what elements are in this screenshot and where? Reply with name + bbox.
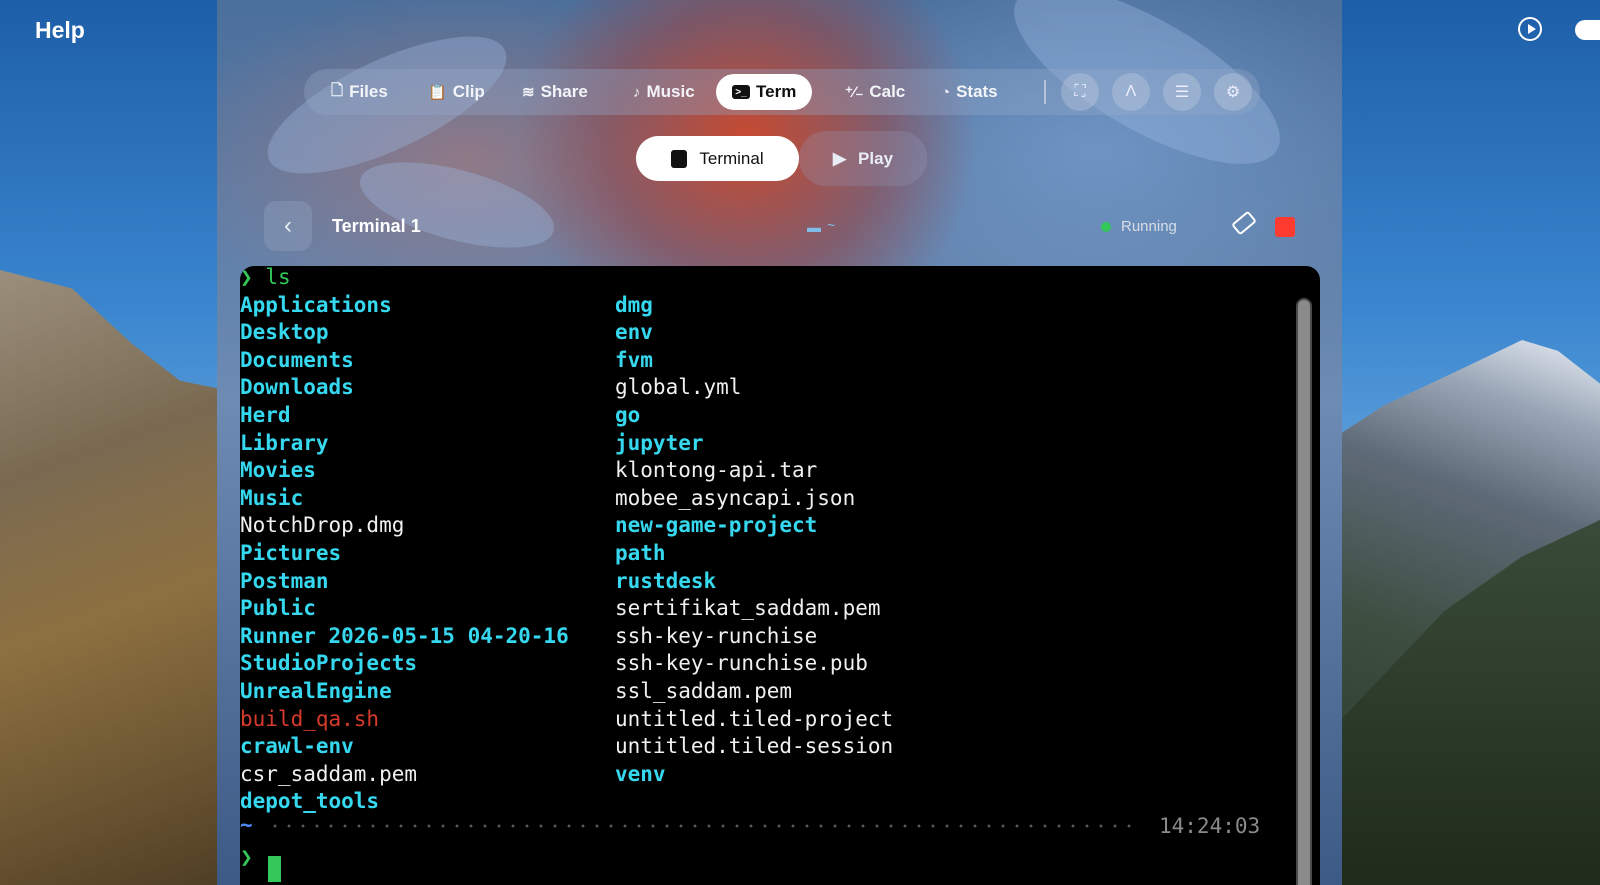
text-cursor — [268, 856, 281, 882]
listing-entry: Applications — [240, 292, 392, 317]
listing-entry: untitled.tiled-project — [615, 706, 894, 731]
terminal-icon: >_ — [732, 85, 750, 99]
listing-entry: Desktop — [240, 320, 329, 345]
listing-entry: Postman — [240, 568, 329, 593]
listing-entry: path — [615, 541, 666, 565]
screenshot-icon: ⛶ — [1074, 83, 1086, 100]
gauge-icon: ◔ — [941, 83, 951, 101]
terminal-app-icon — [671, 149, 688, 168]
pen-icon: Ʌ — [1125, 83, 1137, 100]
listing-entry: jupyter — [615, 430, 704, 455]
listing-entry: Movies — [240, 458, 316, 483]
listing-entry: Library — [240, 430, 329, 455]
listing-entry: Pictures — [240, 541, 342, 565]
listing-entry: sertifikat_saddam.pem — [615, 596, 881, 621]
listing-entry: ssl_saddam.pem — [615, 679, 793, 703]
session-path: ~ — [827, 217, 836, 233]
listing-entry: Downloads — [240, 375, 354, 400]
listing-entry: fvm — [615, 347, 653, 372]
calculator-icon: ⁺∕₋ — [845, 84, 864, 101]
listing-entry: Music — [240, 485, 304, 510]
tab-term[interactable]: >_ Term — [716, 74, 813, 110]
command-line: ❯ ls — [240, 266, 291, 289]
stack-icon: ☰ — [1174, 84, 1190, 101]
status-dot-icon — [1101, 221, 1111, 232]
listing-entry: UnrealEngine — [240, 679, 392, 703]
screenshot-button[interactable]: ⛶ — [1061, 73, 1099, 111]
listing-entry: rustdesk — [615, 568, 717, 593]
notch-app-panel: 🗋 Files 📋 Clip ≋ Share ♪ Music >_ Term ⁺∕₋ Cal… — [217, 0, 1342, 885]
tab-stats[interactable]: ◔ Stats — [941, 69, 998, 115]
listing-entry: build_qa.sh — [240, 706, 380, 731]
session-status: Running — [1101, 218, 1177, 235]
tab-divider — [1044, 80, 1046, 104]
desktop-wallpaper-mountain-left — [0, 270, 240, 885]
prompt-separator-dots — [268, 824, 1138, 828]
tab-clip[interactable]: 📋 Clip — [428, 69, 485, 115]
cloud-icon[interactable] — [1575, 20, 1600, 40]
gear-icon: ⚙ — [1225, 84, 1241, 101]
clear-eraser-icon[interactable] — [1231, 210, 1257, 236]
listing-entry: mobee_asyncapi.json — [615, 485, 856, 510]
listing-entry: Documents — [240, 347, 354, 372]
listing-entry: ssh-key-runchise — [615, 623, 818, 648]
session-title: Terminal 1 — [332, 216, 421, 236]
listing-entry: go — [615, 403, 641, 427]
tab-calc[interactable]: ⁺∕₋ Calc — [845, 69, 905, 115]
music-note-icon: ♪ — [633, 83, 641, 101]
play-circle-icon[interactable] — [1518, 17, 1542, 41]
listing-entry: Public — [240, 596, 316, 621]
tab-music[interactable]: ♪ Music — [633, 69, 695, 115]
listing-entry: untitled.tiled-session — [615, 734, 894, 759]
listing-entry: env — [615, 320, 653, 345]
pen-button[interactable]: Ʌ — [1112, 73, 1150, 111]
listing-entry: global.yml — [615, 375, 742, 400]
listing-entry: venv — [615, 761, 666, 786]
listing-entry: NotchDrop.dmg — [240, 513, 405, 538]
segment-play[interactable]: ▶ Play — [799, 131, 927, 186]
menubar-help[interactable]: Help — [35, 17, 85, 44]
clipboard-icon: 📋 — [428, 84, 447, 101]
listing-entry: Herd — [240, 403, 291, 427]
listing-entry: depot_tools — [240, 789, 380, 814]
stack-button[interactable]: ☰ — [1163, 73, 1201, 111]
prompt-time: 14:24:03 — [1159, 814, 1261, 838]
tab-share[interactable]: ≋ Share — [522, 69, 588, 115]
settings-button[interactable]: ⚙ — [1214, 73, 1252, 111]
next-prompt: ❯ — [240, 845, 253, 869]
scrollbar-thumb[interactable] — [1298, 300, 1310, 885]
listing-entry: StudioProjects — [240, 651, 418, 676]
file-icon: 🗋 — [331, 81, 344, 99]
listing-entry: crawl-env — [240, 734, 354, 759]
terminal-output[interactable]: ❯ ls ~ 14:24:03 ❯ Applications Desktop Doc… — [240, 266, 1320, 885]
stop-button[interactable] — [1275, 217, 1295, 237]
listing-entry: dmg — [615, 292, 653, 317]
main-tab-bar: 🗋 Files 📋 Clip ≋ Share ♪ Music >_ Term ⁺∕₋ Cal… — [304, 69, 1260, 115]
listing-entry: ssh-key-runchise.pub — [615, 651, 868, 676]
play-icon: ▶ — [832, 148, 847, 168]
folder-icon: ▬ — [807, 219, 821, 235]
wallpaper-feather — [351, 145, 563, 265]
listing-entry: Runner 2026-05-15 04-20-16 — [240, 623, 569, 648]
listing-entry: csr_saddam.pem — [240, 761, 418, 786]
segment-terminal[interactable]: Terminal — [636, 136, 799, 181]
chevron-left-icon: ‹ — [284, 212, 292, 239]
listing-entry: new-game-project — [615, 513, 818, 538]
wifi-icon: ≋ — [522, 84, 535, 101]
back-button[interactable]: ‹ — [264, 201, 312, 251]
tab-files[interactable]: 🗋 Files — [331, 69, 388, 115]
listing-entry: klontong-api.tar — [615, 458, 818, 483]
